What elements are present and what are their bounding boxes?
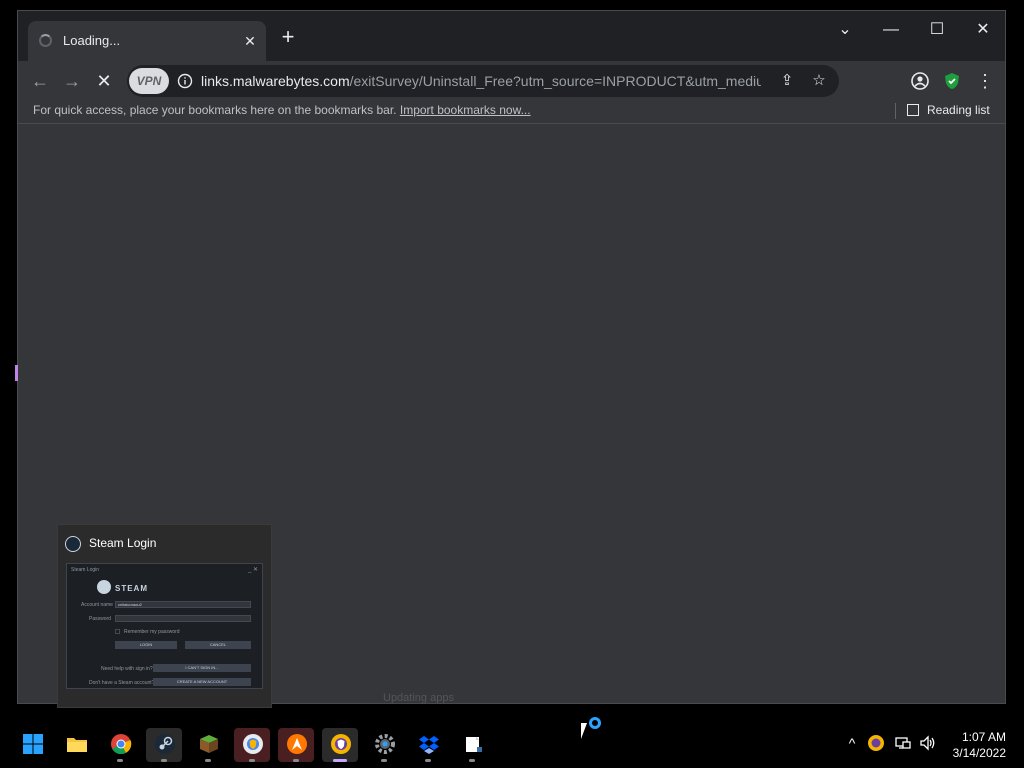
bookmarks-bar: For quick access, place your bookmarks h…	[18, 101, 1005, 124]
taskbar-settings[interactable]	[366, 728, 402, 762]
gear-icon	[375, 734, 395, 754]
thumb-account-field: cnilaiuoraou2	[115, 601, 251, 608]
thumb-create-button: CREATE A NEW ACCOUNT	[153, 678, 251, 686]
import-bookmarks-link[interactable]: Import bookmarks now...	[400, 103, 531, 117]
browser-menu-icon[interactable]: ⋮	[973, 69, 997, 93]
running-indicator	[249, 759, 255, 762]
bookmarks-hint-text: For quick access, place your bookmarks h…	[33, 103, 397, 117]
minecraft-icon	[200, 735, 218, 753]
thumb-password-label: Password	[89, 616, 111, 622]
reading-list-icon	[907, 104, 919, 116]
bookmarks-hint: For quick access, place your bookmarks h…	[33, 103, 531, 117]
files-icon	[466, 737, 482, 752]
taskbar-brave-purple[interactable]	[322, 728, 358, 762]
taskbar-minecraft[interactable]	[190, 728, 226, 762]
url-host: links.malwarebytes.com	[201, 73, 350, 89]
taskbar-steam[interactable]	[146, 728, 182, 762]
url-path: /exitSurvey/Uninstall_Free?utm_source=IN…	[349, 73, 761, 89]
tab-close-icon[interactable]: ✕	[240, 31, 260, 51]
avast-icon	[287, 734, 307, 754]
taskbar-dropbox[interactable]	[410, 728, 446, 762]
new-tab-button[interactable]: +	[276, 26, 300, 50]
windows-logo-icon	[23, 734, 43, 754]
steam-taskbar-preview[interactable]: Steam Login Steam Login _ ✕ STEAM Accoun…	[57, 524, 272, 708]
taskbar-file-explorer[interactable]	[58, 728, 94, 762]
thumb-help-button: I CAN'T SIGN IN...	[153, 664, 251, 672]
taskbar-chrome[interactable]	[102, 728, 138, 762]
thumb-cancel-button: CANCEL	[185, 641, 251, 649]
running-indicator	[425, 759, 431, 762]
brave-browser-icon	[243, 734, 263, 754]
info-icon[interactable]	[177, 73, 193, 89]
profile-icon[interactable]	[908, 69, 932, 93]
tab-search-dropdown-button[interactable]: ⌄	[822, 15, 868, 45]
toolbar: ← → ✕ VPN links.malwarebytes.com/exitSur…	[18, 61, 1005, 101]
start-button[interactable]	[14, 728, 50, 762]
running-indicator	[293, 759, 299, 762]
vpn-badge[interactable]: VPN	[129, 68, 169, 94]
brave-browser-icon	[331, 734, 351, 754]
taskbar-brave-red[interactable]	[234, 728, 270, 762]
running-indicator	[161, 759, 167, 762]
thumb-remember-checkbox	[115, 629, 120, 634]
thumb-brand: STEAM	[115, 584, 148, 593]
reading-list-button[interactable]: Reading list	[907, 103, 990, 117]
busy-spinner-icon	[589, 717, 601, 729]
running-indicator	[381, 759, 387, 762]
stop-button[interactable]: ✕	[90, 67, 118, 95]
clock-time: 1:07 AM	[961, 730, 1006, 744]
taskbar-avast[interactable]	[278, 728, 314, 762]
running-indicator	[205, 759, 211, 762]
reading-list-label: Reading list	[927, 103, 990, 117]
tab-strip: Loading... ✕ + ⌄ — ☐ ✕	[18, 11, 1005, 61]
tray-overflow-chevron-icon[interactable]: ^	[843, 734, 861, 752]
taskbar-files[interactable]	[454, 728, 490, 762]
thumb-window-controls: _ ✕	[247, 567, 258, 573]
volume-icon[interactable]	[919, 734, 937, 752]
thumb-create-label: Don't have a Steam account?	[89, 680, 155, 686]
thumb-help-label: Need help with sign in?	[101, 666, 153, 672]
thumb-remember-label: Remember my password	[124, 629, 180, 635]
thumb-window-title: Steam Login	[71, 567, 100, 573]
forward-button[interactable]: →	[58, 67, 86, 95]
share-icon[interactable]: ⇪	[777, 71, 797, 91]
bookmarks-divider	[895, 103, 896, 119]
malwarebytes-shield-icon[interactable]	[940, 69, 964, 93]
network-icon[interactable]	[894, 734, 912, 752]
url-text[interactable]: links.malwarebytes.com/exitSurvey/Uninst…	[201, 73, 761, 91]
side-edge-mark	[15, 365, 18, 381]
tab-title: Loading...	[63, 33, 121, 48]
tab-loading[interactable]: Loading... ✕	[28, 21, 266, 61]
thumb-login-button: LOGIN	[115, 641, 177, 649]
updating-apps-text: Updating apps	[383, 692, 454, 704]
back-button[interactable]: ←	[26, 67, 54, 95]
steam-icon	[65, 536, 81, 552]
thumb-password-field	[115, 615, 251, 622]
steam-logo-icon	[97, 580, 111, 594]
running-indicator	[469, 759, 475, 762]
active-indicator	[333, 759, 347, 762]
address-bar[interactable]: VPN links.malwarebytes.com/exitSurvey/Un…	[127, 65, 839, 97]
clock-date: 3/14/2022	[952, 746, 1006, 760]
taskbar: ^ 1:07 AM 3/14/2022	[0, 720, 1024, 768]
preview-title: Steam Login	[89, 536, 157, 550]
steam-login-thumbnail[interactable]: Steam Login _ ✕ STEAM Account name cnila…	[66, 563, 263, 689]
mouse-cursor-icon	[581, 723, 587, 739]
tray-brave-vpn-icon[interactable]	[867, 734, 885, 752]
maximize-button[interactable]: ☐	[914, 15, 960, 45]
steam-icon	[155, 734, 175, 754]
folder-icon	[67, 738, 87, 752]
bookmark-star-icon[interactable]: ☆	[809, 71, 829, 91]
system-clock[interactable]: 1:07 AM 3/14/2022	[946, 729, 1006, 761]
close-window-button[interactable]: ✕	[960, 15, 1006, 45]
loading-spinner-icon	[39, 34, 52, 47]
chrome-icon	[111, 734, 132, 755]
dropbox-icon	[419, 736, 439, 754]
minimize-button[interactable]: —	[868, 15, 914, 45]
thumb-account-label: Account name	[81, 602, 113, 608]
running-indicator	[117, 759, 123, 762]
